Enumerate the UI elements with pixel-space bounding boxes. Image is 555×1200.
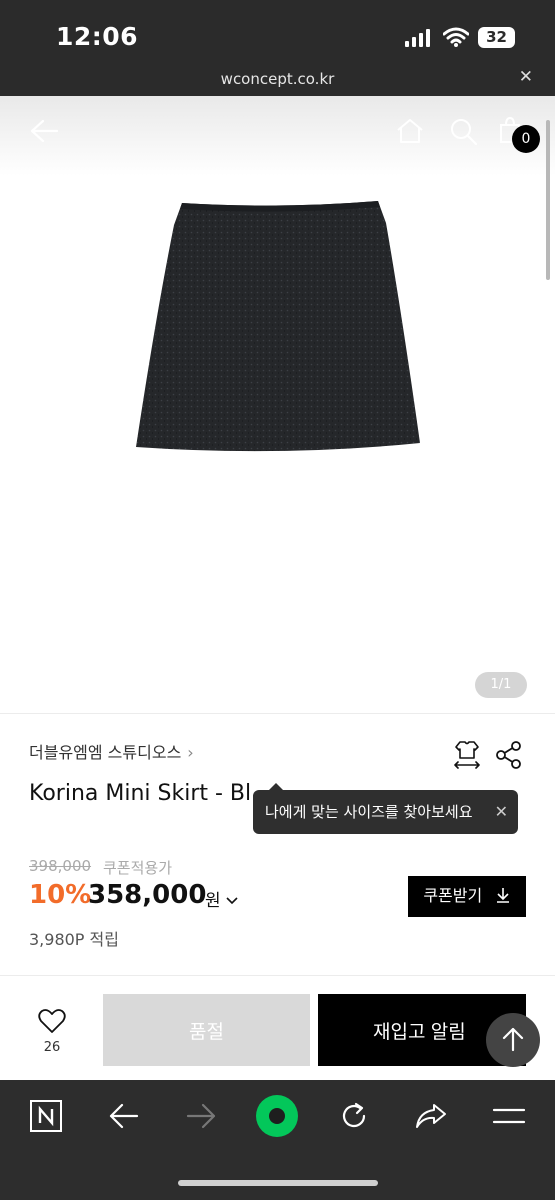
size-guide-icon[interactable]	[451, 738, 483, 770]
scroll-top-button[interactable]	[486, 1013, 540, 1067]
divider	[0, 975, 555, 976]
download-icon	[496, 888, 509, 903]
clock: 12:06	[56, 22, 139, 51]
arrow-up-icon	[502, 1027, 524, 1051]
original-price: 398,000	[29, 857, 92, 875]
sale-price: 358,000	[88, 880, 207, 910]
browser-forward-icon[interactable]	[185, 1102, 217, 1130]
home-indicator	[178, 1180, 378, 1186]
status-bar: 12:06 32 wconcept.co.kr ✕	[0, 0, 555, 96]
brand-name: 더블유엠엠 스튜디오스	[29, 743, 182, 762]
search-icon[interactable]	[449, 117, 479, 147]
cellular-signal-icon	[405, 29, 430, 47]
url-bar[interactable]: wconcept.co.kr	[0, 70, 555, 88]
back-icon[interactable]	[29, 119, 59, 143]
chevron-right-icon: ›	[187, 743, 194, 762]
browser-share-icon[interactable]	[414, 1101, 448, 1131]
green-dot-icon[interactable]	[255, 1094, 299, 1138]
chevron-down-icon	[226, 897, 238, 905]
currency-label: 원	[205, 891, 221, 911]
menu-icon[interactable]	[492, 1104, 526, 1128]
like-count: 26	[43, 1040, 61, 1055]
discount-rate: 10%	[29, 880, 92, 910]
home-icon[interactable]	[395, 117, 425, 145]
tooltip-arrow	[269, 783, 283, 790]
cart-count-badge: 0	[512, 125, 540, 153]
price-dropdown[interactable]: 원	[205, 886, 238, 911]
reward-points: 3,980P 적립	[29, 930, 119, 949]
like-button[interactable]: 26	[24, 1008, 80, 1055]
naver-icon[interactable]	[30, 1100, 62, 1132]
battery-indicator: 32	[478, 27, 515, 48]
wifi-icon	[443, 27, 469, 47]
browser-back-icon[interactable]	[108, 1102, 140, 1130]
tooltip-text: 나에게 맞는 사이즈를 찾아보세요	[265, 803, 473, 821]
reload-icon[interactable]	[338, 1100, 370, 1132]
brand-link[interactable]: 더블유엠엠 스튜디오스 ›	[29, 739, 194, 763]
size-tooltip[interactable]: 나에게 맞는 사이즈를 찾아보세요 ✕	[253, 783, 518, 834]
coupon-price-note: 쿠폰적용가	[103, 859, 173, 877]
scrollbar[interactable]	[546, 120, 550, 280]
image-pager: 1/1	[475, 672, 527, 698]
coupon-button-label: 쿠폰받기	[423, 888, 483, 905]
product-image[interactable]	[130, 195, 425, 460]
soldout-button[interactable]: 품절	[103, 994, 310, 1066]
share-icon[interactable]	[494, 740, 524, 770]
product-title: Korina Mini Skirt - Bl	[29, 781, 252, 806]
coupon-download-button[interactable]: 쿠폰받기	[408, 876, 526, 917]
close-icon[interactable]: ✕	[495, 790, 508, 834]
heart-icon	[38, 1009, 66, 1033]
close-icon[interactable]: ✕	[519, 67, 533, 87]
divider	[0, 713, 555, 714]
